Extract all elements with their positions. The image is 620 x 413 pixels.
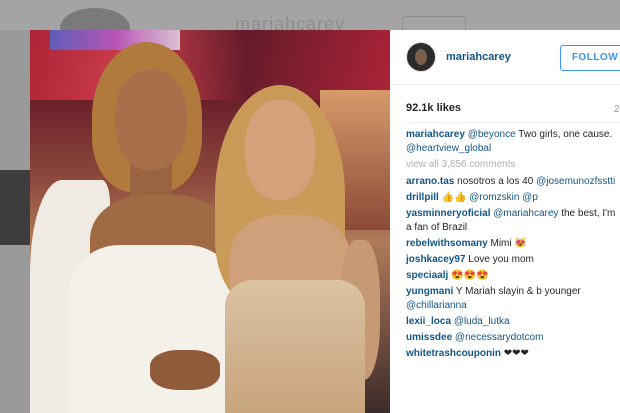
comment-username[interactable]: rebelwithsomany <box>406 238 488 249</box>
photo-person-left-arm <box>150 350 220 390</box>
caption-username[interactable]: mariahcarey <box>406 129 465 140</box>
post-age[interactable]: 2d <box>614 104 620 115</box>
comment-text: Love you mom <box>468 254 534 265</box>
likes-count[interactable]: 92.1k likes <box>406 102 461 114</box>
comments-list: mariahcarey @beyonce Two girls, one caus… <box>406 128 616 363</box>
comment-username[interactable]: speciaalj <box>406 270 448 281</box>
comment-item: lexii_loca @luda_lutka <box>406 315 616 329</box>
comment-text: ❤❤❤ <box>503 348 529 359</box>
comment-username[interactable]: yasminneryoficial <box>406 208 490 219</box>
comment-username[interactable]: whitetrashcouponin <box>406 348 501 359</box>
view-all-comments-link[interactable]: view all 3,856 comments <box>406 158 616 172</box>
post-photo[interactable] <box>30 30 390 413</box>
comment-text: Y Mariah slayin & b younger <box>455 286 581 297</box>
comment-item: whitetrashcouponin ❤❤❤ <box>406 347 616 361</box>
comment-item: speciaalj 😍😍😍 <box>406 269 616 283</box>
caption-text: Two girls, one cause. <box>518 129 613 140</box>
comment-username[interactable]: yungmani <box>406 286 453 297</box>
comment-item: yasminneryoficial @mariahcarey the best,… <box>406 207 616 235</box>
comment-username[interactable]: arrano.tas <box>406 176 454 187</box>
post-modal: mariahcarey FOLLOW 92.1k likes 2d mariah… <box>30 30 620 413</box>
follow-button[interactable]: FOLLOW <box>560 45 620 71</box>
comment-mention[interactable]: @necessarydotcom <box>455 332 544 343</box>
background-thumbnail <box>0 170 30 245</box>
comment-text: nosotros a los 40 <box>457 176 534 187</box>
comment-item: yungmani Y Mariah slayin & b younger @ch… <box>406 285 616 313</box>
post-side-panel: mariahcarey FOLLOW 92.1k likes 2d mariah… <box>390 30 620 413</box>
comment-item: arrano.tas nosotros a los 40 @josemunozf… <box>406 175 616 189</box>
owner-username[interactable]: mariahcarey <box>446 51 511 63</box>
photo-person-right-dress <box>225 280 365 413</box>
comment-item: umissdee @necessarydotcom <box>406 331 616 345</box>
comment-username[interactable]: umissdee <box>406 332 452 343</box>
comment-text: Mimi 😻 <box>490 238 527 249</box>
comment-item: drillpill 👍👍 @romzskin @p <box>406 191 616 205</box>
caption-hashtag-mention[interactable]: @heartview_global <box>406 143 491 154</box>
post-header: mariahcarey FOLLOW <box>390 30 620 85</box>
comment-username[interactable]: lexii_loca <box>406 316 451 327</box>
comment-mention[interactable]: @josemunozfsstti <box>536 176 615 187</box>
comment-mention[interactable]: @romzskin @p <box>469 192 538 203</box>
avatar-face <box>415 49 427 65</box>
photo-person-left-face <box>115 70 187 170</box>
caption-mention[interactable]: @beyonce <box>468 129 516 140</box>
comment-username[interactable]: drillpill <box>406 192 439 203</box>
comment-item: rebelwithsomany Mimi 😻 <box>406 237 616 251</box>
comment-username[interactable]: joshkacey97 <box>406 254 466 265</box>
photo-person-right-face <box>245 100 315 200</box>
caption: mariahcarey @beyonce Two girls, one caus… <box>406 128 616 156</box>
comment-mention[interactable]: @mariahcarey <box>493 208 558 219</box>
owner-avatar[interactable] <box>406 42 436 72</box>
comment-text: 😍😍😍 <box>451 270 489 281</box>
panel-divider <box>406 122 620 123</box>
photo-person-left-dress <box>68 245 238 413</box>
comment-mention[interactable]: @chillarianna <box>406 300 467 311</box>
comment-text: 👍👍 <box>441 192 467 203</box>
comment-mention[interactable]: @luda_lutka <box>454 316 510 327</box>
comment-item: joshkacey97 Love you mom <box>406 253 616 267</box>
